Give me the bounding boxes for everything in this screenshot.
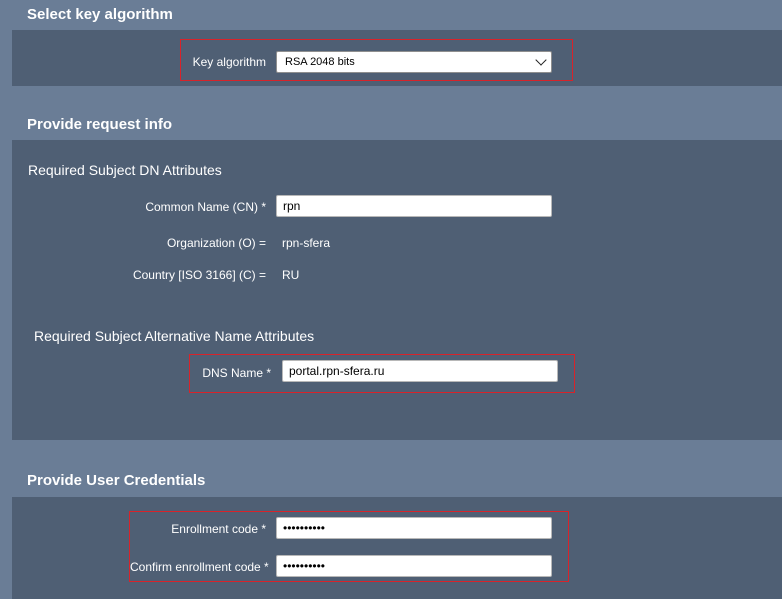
confirm-enrollment-code-label: Confirm enrollment code * bbox=[130, 560, 269, 574]
common-name-input[interactable] bbox=[276, 195, 552, 217]
confirm-enrollment-code-input[interactable] bbox=[276, 555, 552, 577]
credentials-section-title: Provide User Credentials bbox=[27, 472, 206, 489]
common-name-label: Common Name (CN) * bbox=[145, 200, 266, 214]
key-section-title: Select key algorithm bbox=[27, 6, 173, 23]
dns-name-input[interactable] bbox=[282, 360, 558, 382]
country-label: Country [ISO 3166] (C) = bbox=[132, 268, 266, 282]
organization-label: Organization (O) = bbox=[166, 236, 266, 250]
country-value: RU bbox=[282, 268, 300, 282]
organization-value: rpn-sfera bbox=[282, 236, 331, 250]
dn-attributes-heading: Required Subject DN Attributes bbox=[28, 162, 222, 178]
key-algorithm-label: Key algorithm bbox=[192, 55, 266, 69]
enrollment-code-input[interactable] bbox=[276, 517, 552, 539]
key-algorithm-select[interactable]: RSA 2048 bits bbox=[276, 51, 552, 73]
request-info-panel bbox=[12, 140, 782, 440]
request-section-title: Provide request info bbox=[27, 116, 173, 133]
san-attributes-heading: Required Subject Alternative Name Attrib… bbox=[34, 328, 315, 344]
dns-name-label: DNS Name * bbox=[202, 366, 271, 380]
key-algorithm-selected-value: RSA 2048 bits bbox=[285, 56, 355, 68]
enrollment-code-label: Enrollment code * bbox=[171, 522, 266, 536]
chevron-down-icon bbox=[535, 54, 547, 66]
